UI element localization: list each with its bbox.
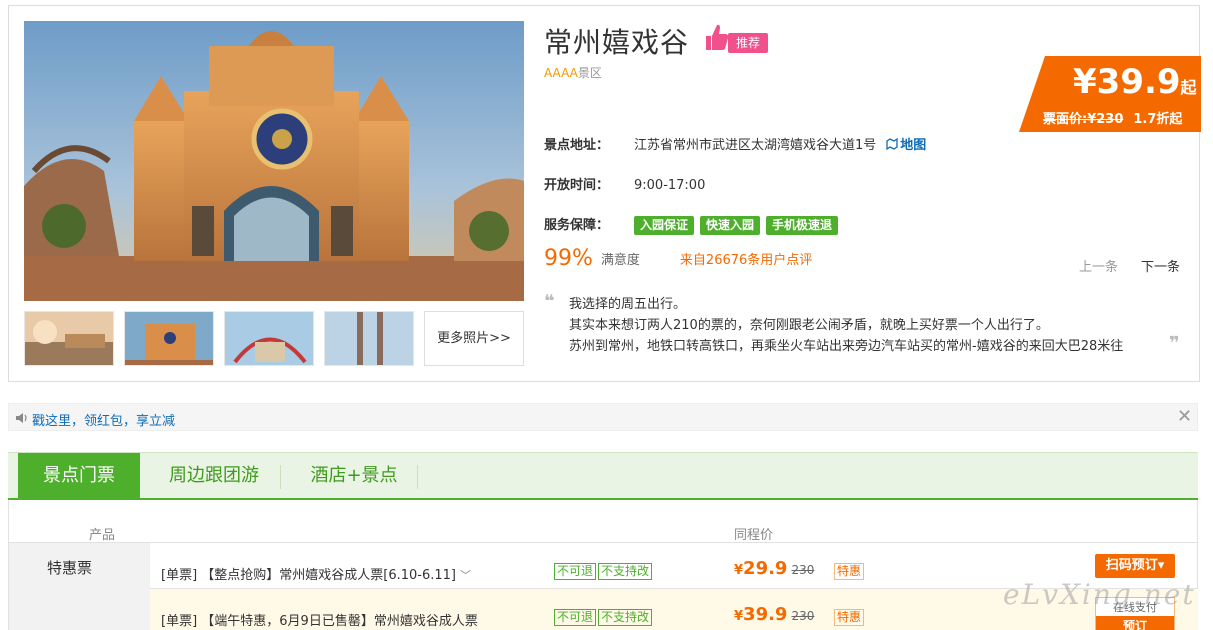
price-suffix: 起: [1180, 78, 1197, 97]
ticket-name[interactable]: [单票] 【整点抢购】常州嬉戏谷成人票[6.10-6.11] ﹀: [161, 564, 471, 583]
level-grade: AAAA: [544, 66, 578, 80]
hours-value: 9:00-17:00: [634, 178, 706, 193]
red-packet-link[interactable]: 戳这里，领红包，享立减: [32, 410, 175, 429]
no-refund-tag: 不可退: [554, 609, 597, 626]
next-review-link[interactable]: 下一条: [1141, 256, 1180, 275]
thumbs-up-icon: [706, 24, 729, 50]
thumbnail-3[interactable]: [224, 311, 314, 366]
thumbnail-1[interactable]: [24, 311, 114, 366]
price-currency: ¥: [734, 563, 744, 578]
ticket-category-label: 特惠票: [47, 559, 93, 577]
service-badge-refund: 手机极速退: [766, 216, 839, 235]
product-tabs: 景点门票 周边跟团游 酒店+景点: [8, 452, 1198, 500]
review-count-link[interactable]: 来自26676条用户点评: [680, 253, 812, 268]
service-badge-fast: 快速入园: [700, 216, 761, 235]
red-packet-notice: 戳这里，领红包，享立减 ✕: [8, 403, 1198, 431]
quote-open-icon: ❝: [544, 291, 555, 312]
tab-divider: [417, 465, 418, 489]
satisfaction-label: 满意度: [600, 253, 640, 268]
column-header-price: 同程价: [734, 528, 774, 543]
price-currency: ¥: [734, 609, 744, 624]
ticket-name-text: [单票] 【整点抢购】常州嬉戏谷成人票[6.10-6.11]: [161, 568, 457, 583]
scan-book-button[interactable]: 扫码预订▾: [1095, 554, 1175, 578]
column-header-product: 产品: [89, 528, 116, 543]
scenic-level: AAAA景区: [544, 64, 602, 81]
price-value: 29.9: [743, 558, 788, 579]
thumbnail-strip: 更多照片>>: [24, 311, 524, 366]
attraction-card: 更多照片>> 常州嬉戏谷 推荐 AAAA景区 ¥39.9起 票面价:¥230 1.…: [8, 5, 1201, 382]
close-icon[interactable]: ✕: [1177, 406, 1192, 427]
book-button[interactable]: 预订: [1096, 616, 1174, 630]
prev-review-link[interactable]: 上一条: [1079, 256, 1118, 275]
map-link-label: 地图: [900, 138, 927, 153]
service-badge-entry: 入园保证: [634, 216, 695, 235]
tab-group-tour[interactable]: 周边跟团游: [148, 453, 280, 499]
service-label: 服务保障：: [544, 218, 610, 233]
level-suffix: 景区: [577, 66, 602, 80]
no-change-tag: 不支持改: [598, 609, 653, 626]
service-row: 服务保障： 入园保证 快速入园 手机极速退: [544, 214, 844, 235]
tab-hotel-package[interactable]: 酒店+景点: [290, 453, 418, 499]
price-face-value: 票面价:¥230: [1043, 112, 1124, 127]
thumbnail-4[interactable]: [324, 311, 414, 366]
recommend-badge: 推荐: [728, 33, 769, 53]
price-ribbon: ¥39.9起 票面价:¥230 1.7折起: [1019, 56, 1201, 132]
price-value: 39.9: [743, 604, 788, 625]
address-label: 景点地址：: [544, 138, 610, 153]
quote-close-icon: ❞: [1169, 333, 1180, 354]
map-link[interactable]: 地图: [886, 137, 927, 153]
no-refund-tag: 不可退: [554, 563, 597, 580]
price-original: 230: [791, 609, 815, 623]
gate-photo-image: [24, 21, 524, 301]
price-original: 230: [791, 563, 815, 577]
address-row: 景点地址： 江苏省常州市武进区太湖湾嬉戏谷大道1号 地图: [544, 134, 926, 153]
address-value: 江苏省常州市武进区太湖湾嬉戏谷大道1号: [634, 138, 877, 153]
no-change-tag: 不支持改: [598, 563, 653, 580]
satisfaction-percent: 99%: [544, 246, 593, 271]
attraction-title: 常州嬉戏谷: [544, 26, 690, 59]
more-photos-button[interactable]: 更多照片>>: [424, 311, 524, 366]
quote-line-1: 我选择的周五出行。: [569, 297, 687, 312]
tab-divider: [280, 465, 281, 489]
satisfaction-row: 99% 满意度 来自26676条用户点评: [544, 246, 812, 271]
ticket-name[interactable]: [单票] 【端午特惠，6月9日已售罄】常州嬉戏谷成人票: [161, 610, 478, 629]
tab-tickets[interactable]: 景点门票: [18, 453, 140, 499]
quote-line-3: 苏州到常州，地铁口转高铁口，再乘坐火车站出来旁边汽车站买的常州-嬉戏谷的来回大巴…: [569, 339, 1124, 354]
hours-row: 开放时间： 9:00-17:00: [544, 174, 705, 193]
hours-label: 开放时间：: [544, 178, 610, 193]
special-tag: 特惠: [834, 563, 865, 580]
ticket-price: ¥39.9 230: [734, 604, 814, 625]
ticket-category: 特惠票: [9, 542, 150, 630]
map-icon: [886, 137, 898, 151]
ticket-price: ¥29.9 230: [734, 558, 814, 579]
site-watermark: eLvXing.net: [1003, 578, 1196, 611]
price-current: ¥39.9起: [1073, 62, 1197, 102]
main-photo[interactable]: [24, 21, 524, 301]
speaker-icon: [16, 413, 27, 423]
thumbnail-2[interactable]: [124, 311, 214, 366]
special-tag: 特惠: [834, 609, 865, 626]
quote-line-2: 其实本来想订两人210的票的，奈何刚跟老公闹矛盾，就晚上买好票一个人出行了。: [569, 318, 1049, 333]
chevron-down-icon: ﹀: [460, 569, 472, 582]
price-discount: 1.7折起: [1133, 112, 1183, 127]
price-current-value: ¥39.9: [1073, 62, 1181, 102]
price-sub: 票面价:¥230 1.7折起: [1043, 108, 1182, 127]
